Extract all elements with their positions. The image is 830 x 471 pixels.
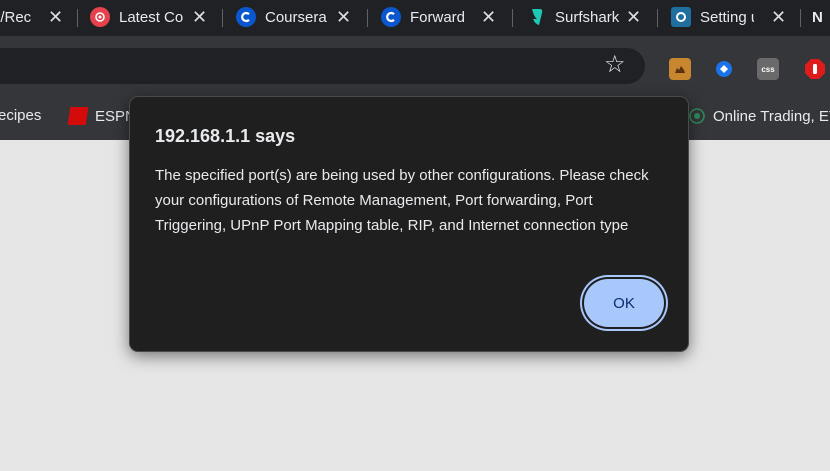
tab-forward[interactable]: Forward ✕ [381, 0, 496, 34]
bookmark-recipes[interactable]: ecipes [0, 107, 41, 124]
bookmark-espn[interactable]: ESPN [67, 107, 136, 125]
tab-setting[interactable]: Setting u ✕ [671, 0, 786, 34]
toolbar: ☆ css [0, 36, 830, 94]
dialog-message: The specified port(s) are being used by … [155, 167, 649, 234]
tab-title: Latest Co [119, 8, 184, 26]
tab-separator [222, 9, 223, 27]
tab-separator [77, 9, 78, 27]
espn-icon [67, 107, 89, 125]
close-icon[interactable]: ✕ [626, 8, 641, 26]
tab-title: e/Rec [0, 8, 32, 26]
tab-recipes[interactable]: e/Rec ✕ [0, 0, 63, 34]
star-icon[interactable]: ☆ [604, 53, 626, 77]
tab-separator [800, 9, 801, 27]
alert-dialog: 192.168.1.1 says The specified port(s) a… [129, 96, 689, 352]
tab-separator [657, 9, 658, 27]
c-logo-icon [381, 7, 401, 27]
extension-camel-icon[interactable] [669, 58, 691, 80]
ok-button[interactable]: OK [584, 279, 664, 327]
close-icon[interactable]: ✕ [771, 8, 786, 26]
close-icon[interactable]: ✕ [481, 8, 496, 26]
o-logo-icon [671, 7, 691, 27]
tab-coursera[interactable]: Coursera ✕ [236, 0, 351, 34]
tab-latest[interactable]: Latest Co ✕ [90, 0, 207, 34]
bookmark-label: ecipes [0, 107, 42, 124]
tab-strip: e/Rec ✕ Latest Co ✕ Coursera ✕ Forward ✕… [0, 0, 830, 36]
tab-n[interactable]: N [812, 0, 823, 34]
close-icon[interactable]: ✕ [192, 8, 207, 26]
globe-icon [688, 107, 706, 125]
tab-title: Setting u [700, 8, 754, 26]
extension-dropbox-icon[interactable] [713, 58, 735, 80]
bookmark-label: Online Trading, ET [713, 107, 830, 125]
tab-surfshark[interactable]: Surfshark ✕ [526, 0, 641, 34]
address-bar[interactable] [0, 48, 645, 84]
extension-adblock-icon[interactable] [804, 58, 826, 80]
extension-css-icon[interactable]: css [757, 58, 779, 80]
tab-title: N [812, 8, 823, 26]
bookmark-online-trading[interactable]: Online Trading, ET [688, 107, 830, 125]
close-icon[interactable]: ✕ [336, 8, 351, 26]
tab-title: Forward [410, 8, 466, 26]
tab-separator [367, 9, 368, 27]
red-swirl-icon [90, 7, 110, 27]
tab-separator [512, 9, 513, 27]
close-icon[interactable]: ✕ [48, 8, 63, 26]
tab-title: Surfshark [555, 8, 620, 26]
dialog-title: 192.168.1.1 says [155, 126, 296, 146]
c-logo-icon [236, 7, 256, 27]
shark-icon [526, 7, 546, 27]
tab-title: Coursera [265, 8, 327, 26]
